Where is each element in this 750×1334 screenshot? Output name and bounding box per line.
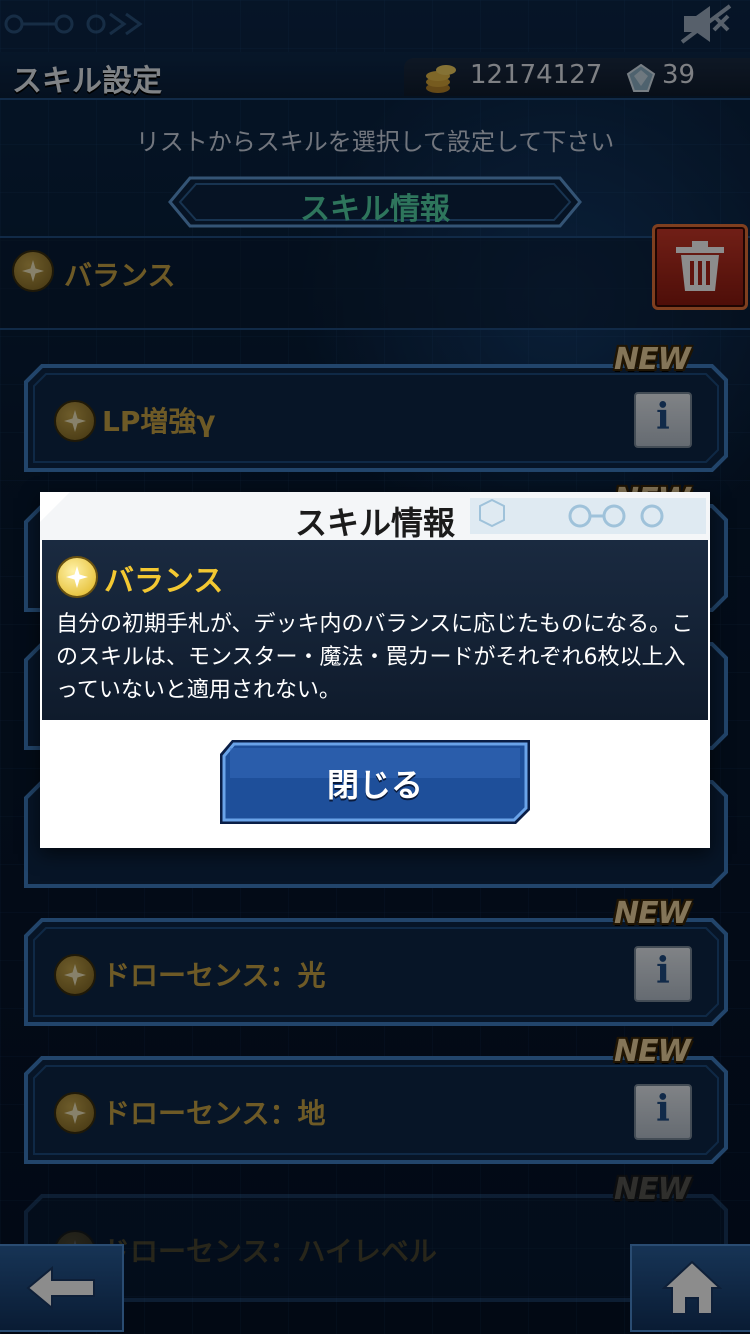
dialog-title: スキル情報 <box>294 504 455 542</box>
dialog-skill-name: バランス <box>104 564 224 599</box>
dialog-description: 自分の初期手札が、デッキ内のバランスに応じたものになる。このスキルは、モンスター… <box>56 612 694 703</box>
close-button-label: 閉じる <box>326 766 423 804</box>
star-icon <box>56 556 98 598</box>
